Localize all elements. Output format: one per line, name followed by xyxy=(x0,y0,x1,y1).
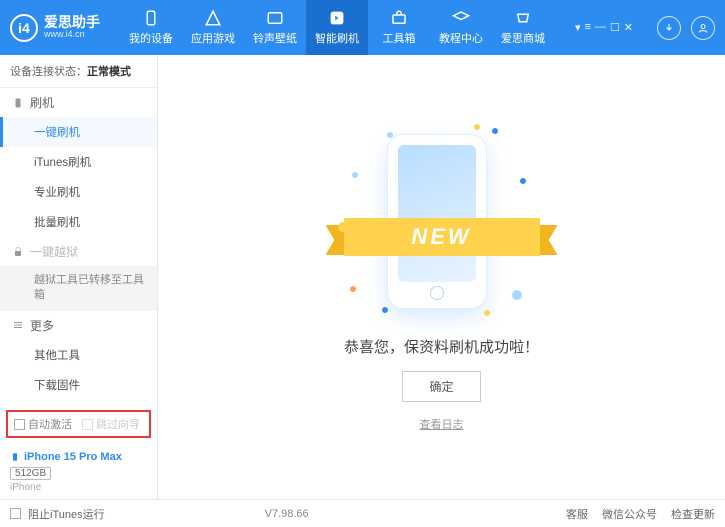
device-status: 设备连接状态：正常模式 xyxy=(0,55,157,88)
nav-label: 铃声壁纸 xyxy=(253,30,297,46)
settings-icon[interactable]: ≡ xyxy=(584,21,590,34)
user-button[interactable] xyxy=(691,16,715,40)
sidebar-item-advanced[interactable]: 高级功能 xyxy=(0,400,157,404)
title-bar: i4 爱思助手 www.i4.cn 我的设备 应用游戏 铃声壁纸 智能刷机 工具… xyxy=(0,0,725,55)
phone-icon xyxy=(12,97,24,109)
app-url: www.i4.cn xyxy=(44,30,100,40)
support-link[interactable]: 客服 xyxy=(566,506,588,522)
sidebar-item-batch-flash[interactable]: 批量刷机 xyxy=(0,207,157,237)
nav-label: 智能刷机 xyxy=(315,30,359,46)
status-bar: 阻止iTunes运行 V7.98.66 客服 微信公众号 检查更新 xyxy=(0,499,725,527)
main-content: NEW 恭喜您，保资料刷机成功啦！ 确定 查看日志 xyxy=(158,55,725,499)
lock-icon xyxy=(12,246,24,258)
device-icon xyxy=(141,9,161,27)
new-ribbon: NEW xyxy=(326,214,558,260)
success-message: 恭喜您，保资料刷机成功啦！ xyxy=(344,336,539,357)
nav-toolbox[interactable]: 工具箱 xyxy=(368,0,430,55)
nav-label: 爱思商城 xyxy=(501,30,545,46)
auto-activate-checkbox[interactable]: 自动激活 xyxy=(14,416,72,432)
cart-icon xyxy=(513,9,533,27)
minimize-button[interactable]: — xyxy=(595,21,606,34)
sidebar-cat-more[interactable]: 更多 xyxy=(0,311,157,340)
nav-flash[interactable]: 智能刷机 xyxy=(306,0,368,55)
sidebar-item-download-firmware[interactable]: 下载固件 xyxy=(0,370,157,400)
skip-guide-checkbox[interactable]: 跳过向导 xyxy=(82,416,140,432)
phone-small-icon xyxy=(10,450,20,464)
sidebar-jailbreak-note: 越狱工具已转移至工具箱 xyxy=(0,266,157,311)
more-icon xyxy=(12,319,24,331)
graduation-icon xyxy=(451,9,471,27)
flash-icon xyxy=(327,9,347,27)
sidebar-item-other-tools[interactable]: 其他工具 xyxy=(0,340,157,370)
sidebar-item-itunes-flash[interactable]: iTunes刷机 xyxy=(0,147,157,177)
nav-label: 教程中心 xyxy=(439,30,483,46)
logo-icon: i4 xyxy=(10,14,38,42)
device-storage: 512GB xyxy=(10,467,51,480)
app-logo: i4 爱思助手 www.i4.cn xyxy=(10,14,100,42)
sidebar-cat-flash[interactable]: 刷机 xyxy=(0,88,157,117)
device-info: iPhone 15 Pro Max 512GB iPhone xyxy=(0,444,157,499)
success-illustration: NEW xyxy=(332,122,552,322)
nav-label: 应用游戏 xyxy=(191,30,235,46)
nav-label: 我的设备 xyxy=(129,30,173,46)
sidebar-item-pro-flash[interactable]: 专业刷机 xyxy=(0,177,157,207)
nav-store[interactable]: 爱思商城 xyxy=(492,0,554,55)
sidebar-cat-jailbreak: 一键越狱 xyxy=(0,237,157,266)
wechat-link[interactable]: 微信公众号 xyxy=(602,506,657,522)
toolbox-icon xyxy=(389,9,409,27)
device-name[interactable]: iPhone 15 Pro Max xyxy=(10,450,147,464)
close-button[interactable]: ✕ xyxy=(624,21,633,34)
app-title: 爱思助手 xyxy=(44,15,100,30)
top-nav: 我的设备 应用游戏 铃声壁纸 智能刷机 工具箱 教程中心 爱思商城 xyxy=(120,0,554,55)
ok-button[interactable]: 确定 xyxy=(402,371,480,402)
nav-apps[interactable]: 应用游戏 xyxy=(182,0,244,55)
block-itunes-checkbox[interactable]: 阻止iTunes运行 xyxy=(10,506,105,522)
device-type: iPhone xyxy=(10,482,147,493)
view-log-link[interactable]: 查看日志 xyxy=(420,416,464,432)
menu-icon[interactable]: ▾ xyxy=(575,21,581,34)
nav-ringtones[interactable]: 铃声壁纸 xyxy=(244,0,306,55)
sidebar-item-oneclick-flash[interactable]: 一键刷机 xyxy=(0,117,157,147)
window-controls: ▾ ≡ — ☐ ✕ xyxy=(575,16,715,40)
version-label: V7.98.66 xyxy=(265,508,309,520)
sidebar: 设备连接状态：正常模式 刷机 一键刷机 iTunes刷机 专业刷机 批量刷机 一… xyxy=(0,55,158,499)
image-icon xyxy=(265,9,285,27)
nav-my-device[interactable]: 我的设备 xyxy=(120,0,182,55)
nav-tutorials[interactable]: 教程中心 xyxy=(430,0,492,55)
maximize-button[interactable]: ☐ xyxy=(610,21,620,34)
options-highlight-box: 自动激活 跳过向导 xyxy=(6,410,151,438)
check-update-link[interactable]: 检查更新 xyxy=(671,506,715,522)
apps-icon xyxy=(203,9,223,27)
nav-label: 工具箱 xyxy=(383,30,416,46)
download-button[interactable] xyxy=(657,16,681,40)
